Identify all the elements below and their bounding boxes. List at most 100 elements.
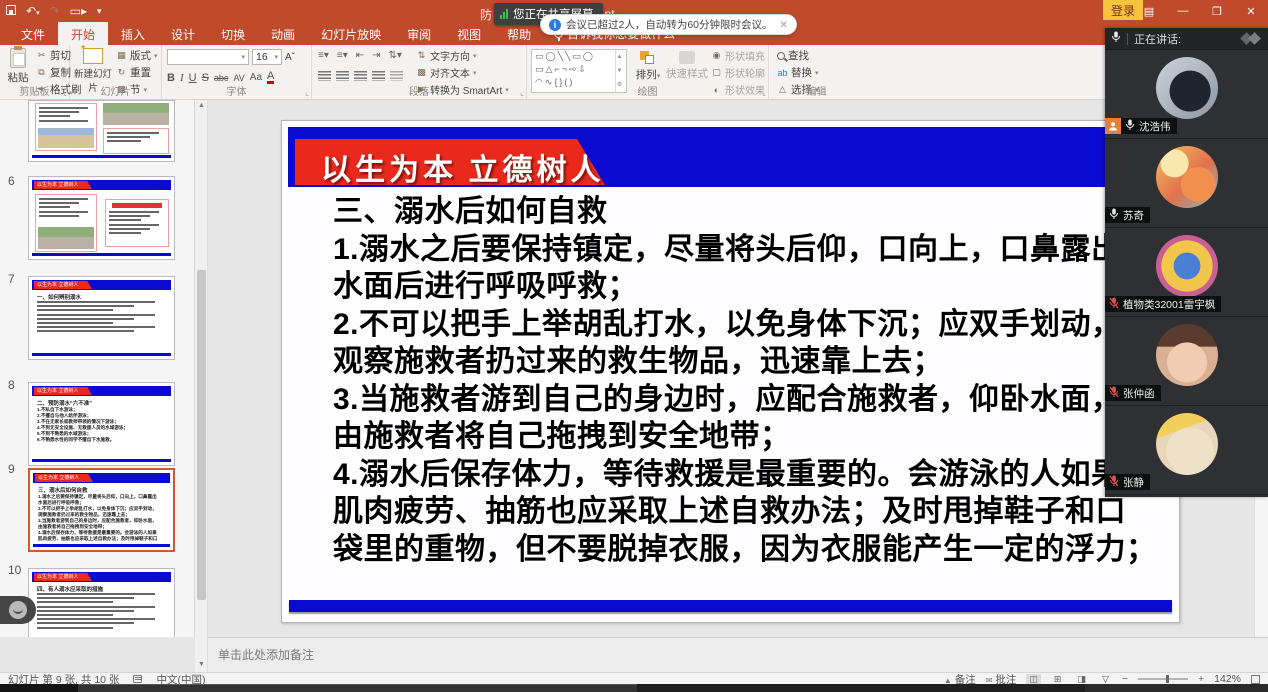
columns-icon[interactable]: [390, 71, 403, 81]
reset-button[interactable]: ↻重置: [116, 65, 158, 80]
slide-text-box[interactable]: 三、溺水后如何自救1.溺水之后要保持镇定，尽量将头后仰，口向上，口鼻露出水面后进…: [333, 193, 1173, 568]
tab-slideshow[interactable]: 幻灯片放映: [308, 22, 394, 45]
shape-fill-button[interactable]: ◉形状填充: [711, 48, 765, 63]
paste-button[interactable]: 粘贴: [1, 48, 35, 85]
tab-file[interactable]: 文件: [8, 22, 58, 45]
quick-styles-icon: [679, 51, 695, 64]
tab-animation[interactable]: 动画: [258, 22, 308, 45]
text-direction-icon: ⇅: [416, 50, 427, 61]
thumbnail-slide-6[interactable]: 以生为本 立德树人: [28, 176, 175, 260]
normal-view-icon[interactable]: ◫: [1026, 674, 1041, 685]
tab-view[interactable]: 视图: [444, 22, 494, 45]
align-left-icon[interactable]: [318, 71, 331, 81]
undo-icon[interactable]: ↶▾: [26, 4, 40, 18]
scroll-up-icon[interactable]: ▲: [195, 102, 208, 109]
slideshow-view-icon[interactable]: ▽: [1099, 674, 1112, 685]
align-text-button[interactable]: ▩对齐文本▾: [416, 65, 509, 80]
participant-tile[interactable]: 张静: [1105, 406, 1268, 495]
text-direction-button[interactable]: ⇅文字方向▾: [416, 48, 509, 63]
participant-tile[interactable]: 张仲函: [1105, 317, 1268, 406]
replace-label: 替换: [791, 65, 812, 80]
thumbnail-slide-9-selected[interactable]: 以生为本 立德树人 三、溺水后如何自救 1.溺水之后要保持镇定，尽量将头后仰，口…: [28, 468, 175, 552]
floating-meeting-toggle[interactable]: [0, 596, 36, 624]
notification-close-icon[interactable]: [778, 19, 788, 31]
thumbnail-slide-10[interactable]: 以生为本 立德树人 四、有人溺水应采取的措施: [28, 568, 175, 637]
thumb-banner: 以生为本 立德树人: [35, 474, 93, 482]
taskbar[interactable]: [0, 684, 1268, 692]
taskbar-start-segment[interactable]: [0, 684, 78, 692]
scrollbar-thumb[interactable]: [197, 270, 206, 600]
decrease-indent-icon[interactable]: ⇤: [356, 50, 364, 61]
clear-formatting-icon[interactable]: abc: [214, 73, 229, 83]
underline-button[interactable]: U: [189, 72, 197, 84]
strikethrough-button[interactable]: S: [202, 72, 209, 84]
change-case-icon[interactable]: Aa: [250, 72, 262, 83]
notes-pane[interactable]: 单击此处添加备注: [208, 637, 1268, 672]
reading-view-icon[interactable]: ◨: [1074, 674, 1089, 685]
font-size-combo[interactable]: 16▾: [252, 49, 282, 65]
slide-sorter-icon[interactable]: ⊞: [1051, 674, 1065, 685]
zoom-slider[interactable]: [1138, 678, 1188, 680]
grow-font-icon[interactable]: Aˇ: [285, 52, 295, 63]
shape-outline-button[interactable]: ▢形状轮廓: [711, 65, 765, 80]
italic-button[interactable]: I: [180, 72, 184, 84]
restore-icon[interactable]: ❐: [1200, 0, 1234, 22]
layout-button[interactable]: ▦版式▾: [116, 48, 158, 63]
scroll-down-icon[interactable]: ▼: [195, 661, 208, 668]
participant-tile[interactable]: 苏奇: [1105, 139, 1268, 228]
redo-icon: ↷: [50, 4, 60, 18]
paragraph-dialog-launcher-icon[interactable]: ⌞: [520, 88, 524, 97]
font-name-combo[interactable]: ▾: [167, 49, 249, 65]
taskbar-tray-segment[interactable]: [1085, 684, 1268, 692]
tab-help[interactable]: 帮助: [494, 22, 544, 45]
shape-fill-label: 形状填充: [725, 48, 765, 63]
tab-insert[interactable]: 插入: [108, 22, 158, 45]
thumbnail-scrollbar[interactable]: ▲ ▼: [195, 100, 208, 672]
bold-button[interactable]: B: [167, 72, 175, 84]
thumbnail-number: 10: [8, 563, 26, 577]
font-dialog-launcher-icon[interactable]: ⌞: [305, 88, 309, 97]
mic-icon: [1125, 119, 1135, 134]
arrange-button[interactable]: 排列▾: [631, 51, 665, 82]
tab-design[interactable]: 设计: [158, 22, 208, 45]
numbering-icon[interactable]: ≡▾: [337, 50, 348, 61]
magnifier-icon: [777, 52, 785, 60]
ribbon: 粘贴 ✂剪切 ⧉复制 ✒格式刷 剪贴板 ⌞ 新建幻灯片 ▦版式▾ ↻重置 ▩节▾…: [0, 45, 1268, 100]
justify-icon[interactable]: [372, 71, 385, 81]
ribbon-display-options-icon[interactable]: ▤: [1132, 0, 1166, 22]
bullets-icon[interactable]: ≡▾: [318, 50, 329, 61]
save-icon[interactable]: [6, 4, 16, 18]
qat-customize-icon[interactable]: ▾: [97, 6, 102, 17]
thumb-banner: 以生为本 立德树人: [34, 573, 92, 581]
meeting-notification: i 会议已超过2人，自动转为60分钟限时会议。: [540, 14, 797, 35]
drawing-dialog-launcher-icon[interactable]: ⌞: [762, 88, 766, 97]
align-center-icon[interactable]: [336, 71, 349, 81]
thumbnail-slide-5[interactable]: [28, 100, 175, 162]
align-right-icon[interactable]: [354, 71, 367, 81]
shape-outline-icon: ▢: [711, 67, 722, 78]
thumb8-line: 6.不熟悉水性的同学不擅自下水施救。: [37, 437, 168, 443]
zoom-slider-handle[interactable]: [1166, 675, 1169, 683]
tab-home[interactable]: 开始: [58, 22, 108, 45]
start-slideshow-icon[interactable]: ▭▸: [70, 4, 87, 18]
line-spacing-icon[interactable]: ⇅▾: [389, 50, 402, 61]
find-button[interactable]: 查找: [777, 48, 819, 63]
tab-review[interactable]: 审阅: [394, 22, 444, 45]
fit-to-window-icon[interactable]: [1251, 675, 1260, 684]
thumb6-right-box: [105, 199, 169, 247]
tab-transition[interactable]: 切换: [208, 22, 258, 45]
participant-tile[interactable]: 植物类32001雷宇枫: [1105, 228, 1268, 317]
thumbnail-slide-7[interactable]: 以生为本 立德树人 一、如何辨别溺水: [28, 276, 175, 360]
minimize-icon[interactable]: —: [1166, 0, 1200, 22]
thumbnail-slide-8[interactable]: 以生为本 立德树人 二、预防溺水“六不准” 1.不私自下水游泳；2.不擅自与他人…: [28, 382, 175, 466]
slide-9[interactable]: 以生为本 立德树人 三、溺水后如何自救1.溺水之后要保持镇定，尽量将头后仰，口向…: [281, 120, 1180, 623]
quick-styles-button[interactable]: 快速样式: [665, 51, 709, 81]
close-icon[interactable]: ✕: [1234, 0, 1268, 22]
spellcheck-icon[interactable]: [133, 675, 142, 683]
clipboard-dialog-launcher-icon[interactable]: ⌞: [63, 88, 67, 97]
replace-button[interactable]: ab替换▾: [777, 65, 819, 80]
character-spacing-icon[interactable]: AV: [233, 73, 244, 83]
taskbar-app-segment[interactable]: [78, 684, 637, 692]
increase-indent-icon[interactable]: ⇥: [372, 50, 380, 61]
participant-tile[interactable]: 沈浩伟: [1105, 50, 1268, 139]
